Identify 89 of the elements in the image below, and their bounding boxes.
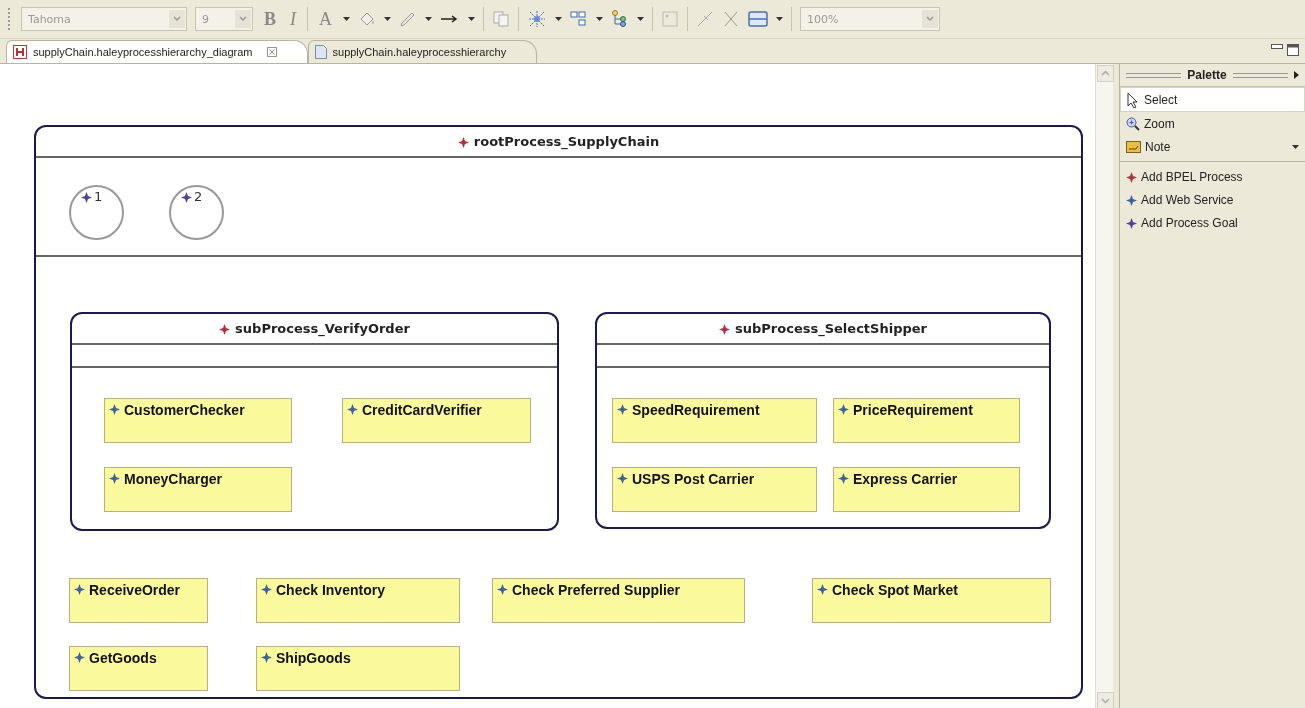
caret-icon[interactable] <box>637 17 644 21</box>
goal-label: 1 <box>81 189 103 204</box>
subprocess-container[interactable]: subProcess_VerifyOrder CustomerChecker CreditCardVerifier MoneyCharger <box>70 312 559 531</box>
note-icon <box>1126 140 1141 153</box>
task-label: CreditCardVerifier <box>362 402 482 418</box>
process-container[interactable] <box>34 125 1083 699</box>
task-label: USPS Post Carrier <box>632 471 755 487</box>
task-label: Check Spot Market <box>832 582 959 598</box>
palette-item[interactable]: Zoom <box>1120 112 1305 135</box>
diamond-icon <box>347 404 358 415</box>
palette-item[interactable]: Add Process Goal <box>1120 211 1305 234</box>
subprocess-title: subProcess_SelectShipper <box>719 321 927 336</box>
task-label: CustomerChecker <box>124 402 245 418</box>
palette-item[interactable]: Add Web Service <box>1120 188 1305 211</box>
process-title: rootProcess_SupplyChain <box>457 134 660 149</box>
task-node[interactable]: PriceRequirement <box>833 398 1020 443</box>
task-label: ShipGoods <box>276 650 351 666</box>
diamond-icon <box>838 473 849 484</box>
task-label: GetGoods <box>89 650 157 666</box>
caret-icon[interactable] <box>1292 144 1299 149</box>
caret-icon[interactable] <box>776 17 783 21</box>
diamond-icon <box>109 404 120 415</box>
task-label: Check Inventory <box>276 582 385 598</box>
diamond-icon <box>219 324 231 335</box>
split-icon[interactable] <box>748 10 768 28</box>
diamond-icon <box>1126 218 1137 229</box>
diamond-icon <box>109 473 120 484</box>
palette-item[interactable]: Add BPEL Process <box>1120 165 1305 188</box>
caret-icon[interactable] <box>468 17 475 21</box>
task-label: SpeedRequirement <box>632 402 760 418</box>
diamond-icon <box>1126 195 1137 206</box>
diamond-icon <box>1126 172 1137 183</box>
layout-icon[interactable] <box>527 9 547 29</box>
task-node[interactable]: MoneyCharger <box>104 467 292 512</box>
task-node[interactable]: Check Inventory <box>256 578 460 623</box>
task-label: PriceRequirement <box>853 402 973 418</box>
diagram-icon <box>13 45 27 59</box>
task-node[interactable]: GetGoods <box>69 646 208 691</box>
diamond-icon <box>617 404 628 415</box>
minimize-icon[interactable] <box>1271 44 1283 50</box>
diamond-icon <box>838 404 849 415</box>
diamond-icon <box>261 652 272 663</box>
diamond-icon <box>497 584 508 595</box>
diamond-icon <box>181 192 192 203</box>
document-icon <box>314 45 327 59</box>
task-label: ReceiveOrder <box>89 582 181 598</box>
diamond-icon <box>261 584 272 595</box>
zoom-icon <box>1126 116 1140 131</box>
task-node[interactable]: Check Spot Market <box>812 578 1051 623</box>
task-node[interactable]: SpeedRequirement <box>612 398 817 443</box>
caret-icon[interactable] <box>425 17 432 21</box>
task-node[interactable]: USPS Post Carrier <box>612 467 817 512</box>
task-node[interactable]: CustomerChecker <box>104 398 292 443</box>
task-label: Express Carrier <box>853 471 958 487</box>
palette-item[interactable]: Note <box>1120 135 1305 158</box>
diamond-icon <box>817 584 828 595</box>
task-node[interactable]: Check Preferred Supplier <box>492 578 745 623</box>
arrow-icon[interactable] <box>440 14 460 24</box>
goal-label: 2 <box>181 189 203 204</box>
subprocess-title: subProcess_VerifyOrder <box>219 321 410 336</box>
expand-icon[interactable] <box>1294 71 1299 79</box>
diamond-icon <box>617 473 628 484</box>
task-node[interactable]: CreditCardVerifier <box>342 398 531 443</box>
align-icon[interactable] <box>570 10 588 28</box>
goal-node[interactable]: 1 <box>69 185 124 240</box>
palette-title: Palette <box>1187 68 1227 82</box>
task-node[interactable]: Express Carrier <box>833 467 1020 512</box>
tree-icon[interactable] <box>611 10 629 28</box>
caret-icon[interactable] <box>384 17 391 21</box>
subprocess-container[interactable]: subProcess_SelectShipper SpeedRequirement PriceRequirement USPS Post Carrier Express Carrier <box>595 312 1051 529</box>
close-icon[interactable] <box>266 47 277 57</box>
diamond-icon <box>74 584 85 595</box>
caret-icon[interactable] <box>596 17 603 21</box>
task-node[interactable]: ShipGoods <box>256 646 460 691</box>
editor-tab[interactable]: supplyChain.haleyprocesshierarchy_diagram <box>6 40 308 63</box>
editor-tab[interactable]: supplyChain.haleyprocesshierarchy <box>307 40 538 63</box>
diamond-icon <box>81 192 92 203</box>
pointer-icon <box>1127 91 1140 108</box>
diamond-icon <box>719 324 730 335</box>
caret-icon[interactable] <box>343 17 350 21</box>
task-node[interactable]: ReceiveOrder <box>69 578 208 623</box>
maximize-icon[interactable] <box>1287 44 1299 56</box>
palette-item[interactable]: Select <box>1120 87 1305 112</box>
task-label: MoneyCharger <box>124 471 223 487</box>
goal-node[interactable]: 2 <box>169 185 224 240</box>
task-label: Check Preferred Supplier <box>512 582 681 598</box>
caret-icon[interactable] <box>555 17 562 21</box>
diamond-icon <box>457 137 469 148</box>
diamond-icon <box>74 652 85 663</box>
